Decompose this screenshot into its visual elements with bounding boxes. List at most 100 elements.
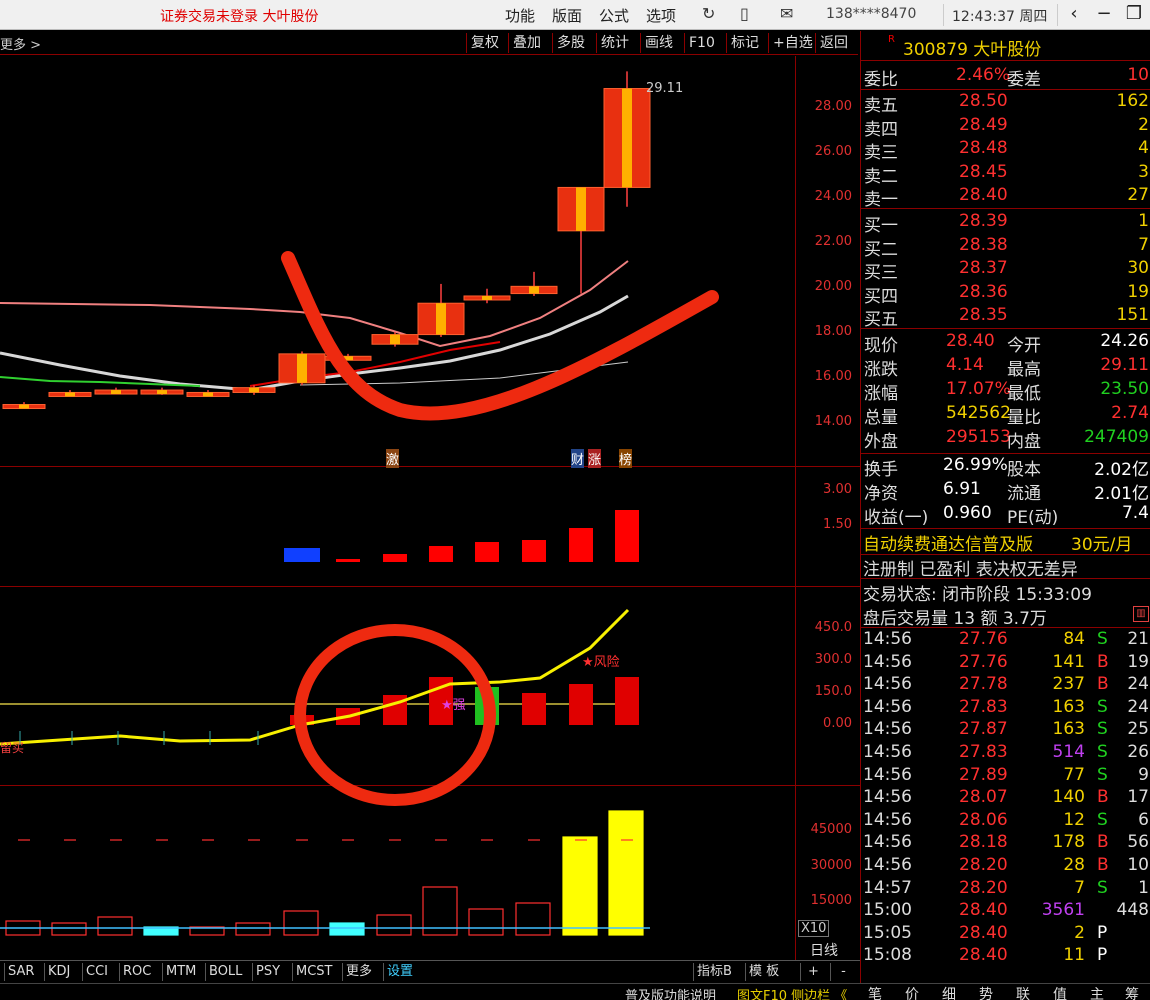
indicator-b-button[interactable]: 指标B <box>693 963 735 981</box>
buy-volume: 30 <box>1127 258 1149 278</box>
zoom-out-button[interactable]: - <box>830 963 856 981</box>
tab-cci[interactable]: CCI <box>82 963 111 981</box>
event-pin[interactable]: 激 <box>386 449 400 468</box>
draw-line-button[interactable]: 画线 <box>640 33 677 53</box>
side-tab-main[interactable]: 主 <box>1090 984 1104 1000</box>
side-tab-detail[interactable]: 细 <box>942 984 956 1000</box>
tick-row: 14:56 28.06 12 S 6 <box>861 810 1150 832</box>
tab-mcst[interactable]: MCST <box>292 963 336 981</box>
vol2-bar <box>522 540 546 562</box>
phone-icon[interactable]: ▯ <box>740 4 749 23</box>
restore-icon[interactable]: ❐ <box>1124 3 1144 24</box>
promo-row[interactable]: 自动续费通达信普及版 30元/月 <box>861 530 1150 555</box>
promo-price[interactable]: 30元/月 <box>1071 530 1132 555</box>
limit-pin[interactable]: 涨 <box>588 449 602 468</box>
indicator-tabs: SAR KDJ CCI ROC MTM BOLL PSY MCST 更多 设置 … <box>0 960 860 982</box>
tick-count: 24 <box>1127 696 1149 717</box>
tab-boll[interactable]: BOLL <box>205 963 245 981</box>
tick-volume: 141 <box>1052 651 1085 672</box>
multi-stock-button[interactable]: 多股 <box>552 33 589 53</box>
status-bar: 普及版功能说明 图文F10 侧边栏 《 <box>0 983 1150 1000</box>
side-tab-trend[interactable]: 势 <box>979 984 993 1000</box>
menu-options[interactable]: 选项 <box>646 5 676 26</box>
divider <box>861 208 1150 209</box>
quote-value: 28.40 <box>946 331 995 351</box>
vol2-tick: 1.50 <box>823 517 852 532</box>
sell-level-label: 卖三 <box>864 143 898 163</box>
zoom-in-button[interactable]: + <box>800 963 826 981</box>
tick-side: S <box>1097 696 1108 717</box>
order-ratio-label: 委比 <box>864 70 898 90</box>
mail-icon[interactable]: ✉ <box>780 4 793 23</box>
fund-label: 股本 <box>1007 460 1041 480</box>
tick-row: 14:56 27.76 141 B 19 <box>861 652 1150 674</box>
vol-tick: 30000 <box>810 858 852 873</box>
tick-time: 14:56 <box>863 674 912 695</box>
side-tab-price[interactable]: 价 <box>905 984 919 1000</box>
mark-button[interactable]: 标记 <box>726 33 763 53</box>
side-tab-related[interactable]: 联 <box>1016 984 1030 1000</box>
tab-roc[interactable]: ROC <box>119 963 154 981</box>
tick-side: S <box>1097 877 1108 898</box>
tick-volume: 77 <box>1063 764 1085 785</box>
kline-chart[interactable] <box>0 56 796 960</box>
tab-more[interactable]: 更多 <box>342 963 375 981</box>
tab-sar[interactable]: SAR <box>4 963 37 981</box>
back-icon[interactable]: ‹ <box>1064 3 1084 24</box>
tick-volume: 2 <box>1074 922 1085 943</box>
cycle-label[interactable]: 日线 <box>810 940 838 960</box>
fund-label: 净资 <box>864 484 898 504</box>
ranking-pin[interactable]: 榜 <box>619 449 633 468</box>
fundamental-row: 收益(一) 0.960 PE(动) 7.4 <box>861 503 1150 528</box>
side-tab-chip[interactable]: 筹 <box>1125 984 1139 1000</box>
user-phone[interactable]: 138****8470 <box>826 6 916 22</box>
candle <box>48 390 92 397</box>
price-tick: 16.00 <box>814 369 852 384</box>
candle <box>94 387 138 395</box>
more-button[interactable]: 更多 > <box>0 34 41 53</box>
stats-button[interactable]: 统计 <box>596 33 633 53</box>
tick-count: 1 <box>1138 877 1149 898</box>
vol2-bar <box>383 554 407 562</box>
finance-pin[interactable]: 财 <box>571 449 585 468</box>
chart-icon[interactable]: ▥ <box>1133 606 1149 622</box>
template-button[interactable]: 模 板 <box>745 963 782 981</box>
vol2-bar <box>284 548 320 562</box>
stock-code-name[interactable]: 300879 大叶股份 <box>903 35 1041 60</box>
indicator-bar <box>569 684 593 725</box>
promo-text[interactable]: 自动续费通达信普及版 <box>863 530 1033 555</box>
sidebar-link[interactable]: 图文F10 侧边栏 《 <box>737 985 847 1000</box>
fundamental-row: 换手 26.99% 股本 2.02亿 <box>861 455 1150 480</box>
quote-value: 4.14 <box>946 355 984 375</box>
tab-psy[interactable]: PSY <box>252 963 283 981</box>
vol2-bar <box>336 559 360 562</box>
side-tab-tick[interactable]: 笔 <box>868 984 882 1000</box>
f10-button[interactable]: F10 <box>684 33 719 53</box>
buy-level-row: 买四 28.36 19 <box>861 282 1150 307</box>
candle <box>2 402 46 410</box>
buy-volume: 7 <box>1138 234 1149 255</box>
tab-kdj[interactable]: KDJ <box>44 963 73 981</box>
menu-layout[interactable]: 版面 <box>552 5 582 26</box>
fund-value: 2.02亿 <box>1094 460 1149 480</box>
side-tab-value[interactable]: 值 <box>1053 984 1067 1000</box>
vol2-bar <box>569 528 593 562</box>
fuquan-button[interactable]: 复权 <box>466 33 503 53</box>
return-button[interactable]: 返回 <box>815 33 852 53</box>
help-link[interactable]: 普及版功能说明 <box>625 985 716 1000</box>
registration-row: 注册制 已盈利 表决权无差异 <box>861 555 1150 580</box>
add-watchlist-button[interactable]: +自选 <box>768 33 817 53</box>
vol2-tick: 3.00 <box>823 482 852 497</box>
tick-row: 14:56 27.76 84 S 21 <box>861 629 1150 651</box>
menu-formula[interactable]: 公式 <box>599 5 629 26</box>
trade-status: 交易状态: 闭市阶段 15:33:09 <box>863 585 1092 605</box>
quote-value: 295153 <box>946 427 1011 447</box>
overlay-button[interactable]: 叠加 <box>508 33 545 53</box>
minimize-icon[interactable]: − <box>1094 3 1114 24</box>
refresh-icon[interactable]: ↻ <box>702 4 715 23</box>
tab-mtm[interactable]: MTM <box>162 963 199 981</box>
after-hours-row: 盘后交易量 13 额 3.7万 ▥ <box>861 604 1150 629</box>
tab-settings[interactable]: 设置 <box>383 963 416 981</box>
menu-function[interactable]: 功能 <box>505 5 535 26</box>
stock-header: R 300879 大叶股份 <box>861 31 1150 61</box>
